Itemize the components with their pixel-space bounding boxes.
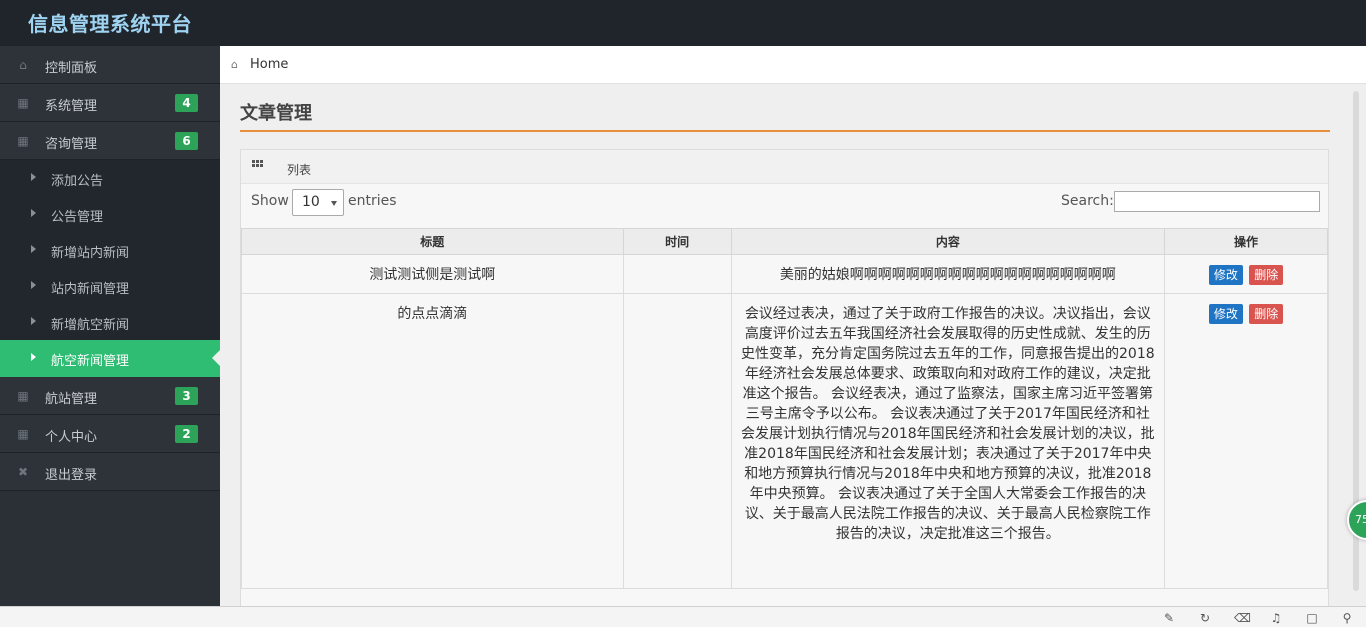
column-header-title[interactable]: 标题 — [241, 228, 624, 255]
active-indicator — [212, 350, 220, 366]
count-badge: 4 — [175, 94, 198, 112]
home-icon: ⌂ — [19, 58, 27, 72]
volume-icon[interactable]: ♫ — [1269, 611, 1283, 625]
column-header-time[interactable]: 时间 — [622, 228, 732, 255]
delete-button[interactable]: 删除 — [1249, 304, 1284, 324]
sidebar-subitem-add-aviation-news[interactable]: 新增航空新闻 — [0, 304, 220, 340]
sidebar-item-label: 系统管理 — [45, 99, 98, 114]
grid-icon: ▦ — [17, 134, 29, 148]
cell-title: 测试测试侧是测试啊 — [241, 254, 624, 294]
window-icon[interactable]: □ — [1305, 611, 1319, 625]
sidebar-item-system[interactable]: ▦ 系统管理 4 — [0, 84, 220, 122]
refresh-icon[interactable]: ↻ — [1198, 611, 1212, 625]
cell-title: 的点点滴滴 — [241, 293, 624, 589]
sidebar-subitem-site-news-manage[interactable]: 站内新闻管理 — [0, 268, 220, 304]
list-panel: 列表 Show 10 entries Search: 标题 时间 内容 操作 测… — [240, 149, 1329, 606]
top-bar: 信息管理系统平台 — [0, 0, 1366, 46]
panel-header: 列表 — [241, 150, 1328, 184]
edit-button[interactable]: 修改 — [1208, 265, 1243, 285]
title-divider — [240, 130, 1330, 132]
column-header-content[interactable]: 内容 — [730, 228, 1166, 255]
bottom-toolbar: ✎ ↻ ⌫ ♫ □ ⚲ — [0, 606, 1366, 627]
sidebar-item-logout[interactable]: ✖ 退出登录 — [0, 453, 220, 491]
search-input[interactable] — [1114, 191, 1320, 212]
breadcrumb-home-link[interactable]: Home — [250, 57, 288, 72]
grid-icon: ▦ — [17, 389, 29, 403]
sidebar-subitem-label: 航空新闻管理 — [51, 354, 130, 369]
table-header-row: 标题 时间 内容 操作 — [241, 228, 1328, 255]
table-row: 测试测试侧是测试啊 美丽的姑娘啊啊啊啊啊啊啊啊啊啊啊啊啊啊啊啊啊啊啊 修改 删除 — [241, 254, 1328, 294]
pin-icon[interactable]: ✎ — [1162, 611, 1176, 625]
chevron-right-icon — [31, 317, 36, 325]
sidebar-subitem-add-site-news[interactable]: 新增站内新闻 — [0, 232, 220, 268]
grid-icon: ▦ — [17, 427, 29, 441]
count-badge: 3 — [175, 387, 198, 405]
table-row: 的点点滴滴 会议经过表决，通过了关于政府工作报告的决议。决议指出，会议高度评价过… — [241, 293, 1328, 589]
trash-icon[interactable]: ⌫ — [1234, 611, 1251, 625]
delete-button[interactable]: 删除 — [1249, 265, 1284, 285]
show-label: Show — [251, 193, 289, 209]
chevron-right-icon — [31, 353, 36, 361]
count-badge: 2 — [175, 425, 198, 443]
grid-icon: ▦ — [17, 96, 29, 110]
page-title: 文章管理 — [240, 103, 312, 124]
column-header-actions: 操作 — [1164, 228, 1328, 255]
count-badge: 6 — [175, 132, 198, 150]
close-icon: ✖ — [17, 465, 29, 479]
search-label: Search: — [1061, 193, 1114, 209]
main-content: ⌂ Home 文章管理 列表 Show 10 entries Search: 标… — [220, 46, 1366, 606]
sidebar: ⌂ 控制面板 ▦ 系统管理 4 ▦ 咨询管理 6 添加公告 公告管理 新增站内新… — [0, 46, 220, 606]
chevron-right-icon — [31, 173, 36, 181]
sidebar-subitem-aviation-news-manage[interactable]: 航空新闻管理 — [0, 340, 220, 377]
sidebar-subitem-label: 站内新闻管理 — [51, 282, 130, 297]
home-icon: ⌂ — [231, 58, 238, 71]
breadcrumb: ⌂ Home — [220, 46, 1366, 84]
sidebar-item-label: 咨询管理 — [45, 137, 98, 152]
cell-time — [622, 254, 732, 294]
grid-icon — [252, 160, 263, 171]
sidebar-item-profile[interactable]: ▦ 个人中心 2 — [0, 415, 220, 453]
sidebar-item-label: 航站管理 — [45, 392, 98, 407]
cell-content: 会议经过表决，通过了关于政府工作报告的决议。决议指出，会议高度评价过去五年我国经… — [730, 293, 1166, 589]
edit-button[interactable]: 修改 — [1208, 304, 1243, 324]
sidebar-subitem-label: 新增站内新闻 — [51, 246, 130, 261]
page-size-select[interactable]: 10 — [292, 189, 344, 216]
sidebar-item-label: 个人中心 — [45, 430, 98, 445]
cell-actions: 修改 删除 — [1164, 293, 1328, 589]
app-title: 信息管理系统平台 — [28, 12, 192, 36]
panel-title: 列表 — [287, 163, 312, 177]
sidebar-subitem-label: 新增航空新闻 — [51, 318, 130, 333]
sidebar-subitem-label: 公告管理 — [51, 210, 104, 225]
cell-actions: 修改 删除 — [1164, 254, 1328, 294]
chevron-right-icon — [31, 209, 36, 217]
entries-label: entries — [348, 193, 397, 209]
search-icon[interactable]: ⚲ — [1340, 611, 1354, 625]
cell-time — [622, 293, 732, 589]
articles-table: 标题 时间 内容 操作 测试测试侧是测试啊 美丽的姑娘啊啊啊啊啊啊啊啊啊啊啊啊啊… — [241, 228, 1328, 589]
sidebar-item-label: 控制面板 — [45, 61, 98, 76]
sidebar-item-dashboard[interactable]: ⌂ 控制面板 — [0, 46, 220, 84]
page-size-value: 10 — [302, 194, 320, 210]
sidebar-item-label: 退出登录 — [45, 468, 98, 483]
sidebar-subitem-label: 添加公告 — [51, 174, 104, 189]
sidebar-item-consulting[interactable]: ▦ 咨询管理 6 — [0, 122, 220, 160]
chevron-right-icon — [31, 281, 36, 289]
cell-content: 美丽的姑娘啊啊啊啊啊啊啊啊啊啊啊啊啊啊啊啊啊啊啊 — [730, 254, 1166, 294]
sidebar-subitem-notice-manage[interactable]: 公告管理 — [0, 196, 220, 232]
chevron-down-icon — [331, 201, 337, 206]
sidebar-subitem-add-notice[interactable]: 添加公告 — [0, 160, 220, 196]
sidebar-item-terminal[interactable]: ▦ 航站管理 3 — [0, 377, 220, 415]
chevron-right-icon — [31, 245, 36, 253]
